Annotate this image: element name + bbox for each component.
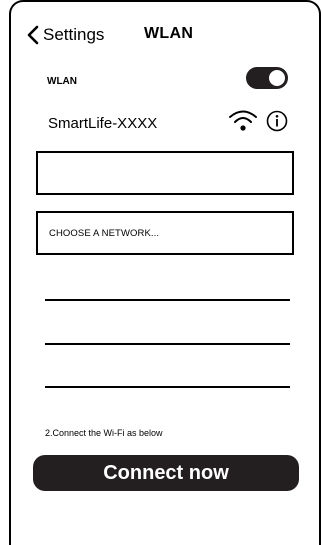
toggle-knob — [269, 70, 285, 86]
connect-now-button[interactable]: Connect now — [33, 455, 299, 491]
connect-hint: 2.Connect the Wi-Fi as below — [45, 428, 163, 438]
network-list-divider — [45, 343, 290, 345]
network-list-divider — [45, 299, 290, 301]
network-list-divider — [45, 386, 290, 388]
back-label: Settings — [43, 25, 105, 44]
wlan-toggle[interactable] — [246, 67, 288, 89]
back-button[interactable]: Settings — [26, 25, 104, 45]
nav-bar: Settings — [26, 23, 104, 47]
wifi-icon — [228, 108, 258, 132]
wlan-label: WLAN — [47, 76, 77, 87]
info-icon[interactable] — [266, 110, 288, 132]
choose-network-placeholder: CHOOSE A NETWORK... — [49, 228, 160, 239]
network-name[interactable]: SmartLife-XXXX — [48, 115, 157, 133]
page-title: WLAN — [144, 25, 194, 42]
network-field[interactable] — [36, 151, 294, 195]
chevron-left-icon — [26, 25, 40, 45]
choose-network-field[interactable]: CHOOSE A NETWORK... — [36, 211, 294, 255]
